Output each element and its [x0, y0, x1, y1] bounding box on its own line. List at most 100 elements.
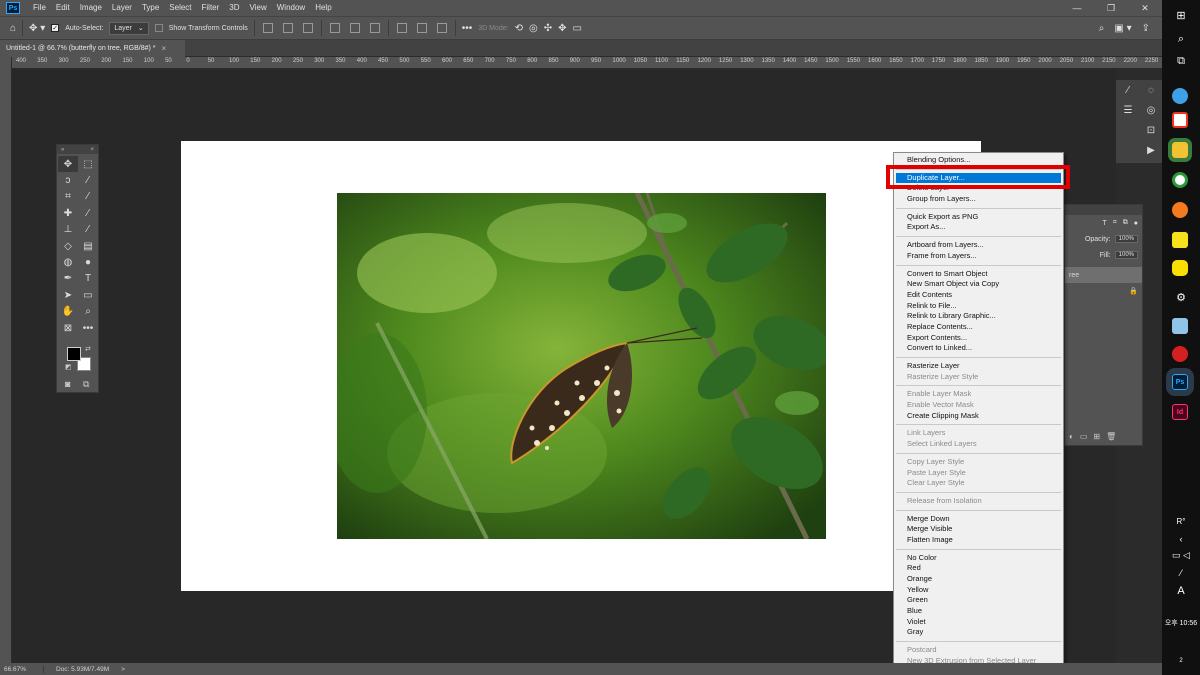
tools-panel-header[interactable]: » × — [57, 145, 98, 154]
menu-item-no-color[interactable]: No Color — [894, 553, 1063, 564]
menu-item-yellow[interactable]: Yellow — [894, 585, 1063, 596]
close-button[interactable]: ✕ — [1128, 0, 1162, 16]
workspace-icon[interactable]: ▣ ▾ — [1114, 23, 1131, 34]
align-left-icon[interactable] — [262, 23, 273, 33]
dodge-tool-icon[interactable]: ● — [78, 254, 98, 270]
menu-item-red[interactable]: Red — [894, 563, 1063, 574]
3d-slide-icon[interactable]: ✥ — [558, 23, 566, 34]
menu-item-quick-export-as-png[interactable]: Quick Export as PNG — [894, 212, 1063, 223]
app-icon[interactable] — [1172, 318, 1188, 334]
swap-colors-icon[interactable]: ⇄ — [85, 345, 91, 353]
3d-scale-icon[interactable]: ▭ — [573, 23, 582, 34]
distribute-icon[interactable] — [416, 23, 427, 33]
restore-button[interactable]: ❐ — [1094, 0, 1128, 16]
crop-tool-icon[interactable]: ⌗ — [58, 189, 78, 205]
actions-icon[interactable]: ⊡ — [1140, 120, 1162, 140]
menu-item-edit-contents[interactable]: Edit Contents — [894, 290, 1063, 301]
default-colors-icon[interactable]: ◩ — [65, 363, 72, 371]
menu-item-gray[interactable]: Gray — [894, 627, 1063, 638]
eraser-tool-icon[interactable]: ◇ — [58, 238, 78, 254]
menu-window[interactable]: Window — [272, 0, 310, 16]
creative-cloud-icon[interactable] — [1172, 346, 1188, 362]
people-icon[interactable]: R° — [1170, 512, 1192, 530]
zoom-level[interactable]: 66.67% — [4, 665, 44, 673]
libraries-icon[interactable]: ◎ — [1140, 100, 1162, 120]
menu-item-flatten-image[interactable]: Flatten Image — [894, 535, 1063, 546]
path-select-tool-icon[interactable]: ➤ — [58, 287, 78, 303]
3d-roll-icon[interactable]: ◎ — [529, 23, 538, 34]
learn-icon[interactable]: ◌ — [1140, 80, 1162, 100]
minimize-button[interactable]: — — [1060, 0, 1094, 16]
fill-field[interactable]: 100% — [1114, 251, 1138, 259]
new-layer-icon[interactable]: ⊞ — [1093, 432, 1100, 441]
menu-item-artboard-from-layers[interactable]: Artboard from Layers... — [894, 240, 1063, 251]
close-icon[interactable]: × — [90, 147, 94, 153]
butterfly-photo[interactable] — [337, 193, 826, 539]
menu-layer[interactable]: Layer — [107, 0, 137, 16]
menu-item-orange[interactable]: Orange — [894, 574, 1063, 585]
align-top-icon[interactable] — [329, 23, 340, 33]
healing-brush-tool-icon[interactable]: ✚ — [58, 205, 78, 221]
menu-item-group-from-layers[interactable]: Group from Layers... — [894, 194, 1063, 205]
play-icon[interactable]: ▶ — [1140, 140, 1162, 160]
chrome-icon[interactable] — [1172, 172, 1188, 188]
clone-stamp-tool-icon[interactable]: ⊥ — [58, 222, 78, 238]
more-options-icon[interactable]: ••• — [462, 23, 473, 34]
quick-mask-icon[interactable]: ◙ — [65, 379, 70, 389]
search-icon[interactable]: ⌕ — [1099, 23, 1105, 34]
settings-icon[interactable]: ⚙ — [1170, 288, 1192, 306]
brush-tool-icon[interactable]: ⁄ — [78, 205, 98, 221]
zoom-tool-icon[interactable]: ⌕ — [78, 304, 98, 320]
filter-toggle-icon[interactable]: ● — [1134, 220, 1138, 227]
more-tools-icon[interactable]: ••• — [78, 320, 98, 336]
quick-select-tool-icon[interactable]: ⁄ — [78, 172, 98, 188]
eyedropper-tool-icon[interactable]: ⁄ — [78, 189, 98, 205]
hand-tool-icon[interactable]: ✋ — [58, 304, 78, 320]
menu-item-create-clipping-mask[interactable]: Create Clipping Mask — [894, 411, 1063, 422]
indesign-taskbar-icon[interactable]: Id — [1172, 404, 1188, 420]
menu-item-export-contents[interactable]: Export Contents... — [894, 333, 1063, 344]
status-menu-arrow[interactable]: > — [121, 666, 125, 673]
horizontal-ruler[interactable]: 400 350 300 250 200 150 100 50 0 50 100 150 200 250 30… — [12, 57, 1162, 69]
menu-file[interactable]: File — [28, 0, 51, 16]
search-icon[interactable]: ⌕ — [1170, 30, 1192, 48]
menu-item-violet[interactable]: Violet — [894, 617, 1063, 628]
menu-view[interactable]: View — [245, 0, 272, 16]
photoshop-taskbar-icon[interactable]: Ps — [1166, 368, 1194, 396]
align-right-icon[interactable] — [302, 23, 313, 33]
menu-item-relink-to-file[interactable]: Relink to File... — [894, 301, 1063, 312]
task-view-icon[interactable]: ⧉ — [1170, 52, 1192, 70]
type-tool-icon[interactable]: T — [78, 271, 98, 287]
rectangle-tool-icon[interactable]: ▭ — [78, 287, 98, 303]
layers-panel-header[interactable] — [1065, 205, 1142, 215]
document-canvas[interactable] — [181, 141, 981, 591]
menu-item-green[interactable]: Green — [894, 595, 1063, 606]
screen-mode-icon[interactable]: ⧉ — [83, 379, 89, 390]
blur-tool-icon[interactable]: ◍ — [58, 254, 78, 270]
notification-icon[interactable]: 2 — [1170, 652, 1192, 670]
3d-pan-icon[interactable]: ✣ — [544, 23, 552, 34]
menu-item-export-as[interactable]: Export As... — [894, 222, 1063, 233]
move-tool-icon[interactable]: ✥ — [58, 156, 78, 173]
group-icon[interactable]: ▭ — [1080, 432, 1088, 441]
shape-filter-icon[interactable]: ⌗ — [1113, 219, 1117, 227]
collapse-icon[interactable]: » — [61, 147, 64, 153]
file-explorer-icon[interactable] — [1168, 138, 1192, 162]
align-bottom-icon[interactable] — [369, 23, 380, 33]
firefox-icon[interactable] — [1172, 202, 1188, 218]
menu-type[interactable]: Type — [137, 0, 164, 16]
delete-layer-icon[interactable]: 🗑 — [1106, 432, 1116, 441]
adjustment-layer-icon[interactable]: ◐ — [1069, 432, 1074, 441]
menu-item-new-smart-object-via-copy[interactable]: New Smart Object via Copy — [894, 279, 1063, 290]
layer-row-butterfly[interactable]: ree — [1065, 267, 1142, 283]
move-tool-preset-icon[interactable]: ✥ ▾ — [29, 23, 45, 34]
adjustments-icon[interactable]: ☰ — [1116, 100, 1140, 120]
menu-item-merge-visible[interactable]: Merge Visible — [894, 524, 1063, 535]
frame-tool-icon[interactable]: ⊠ — [58, 320, 78, 336]
app-icon[interactable] — [1172, 112, 1188, 128]
vertical-ruler[interactable] — [0, 57, 12, 663]
menu-image[interactable]: Image — [75, 0, 107, 16]
menu-item-merge-down[interactable]: Merge Down — [894, 514, 1063, 525]
app-icon[interactable] — [1172, 88, 1188, 104]
opacity-field[interactable]: 100% — [1114, 235, 1138, 243]
